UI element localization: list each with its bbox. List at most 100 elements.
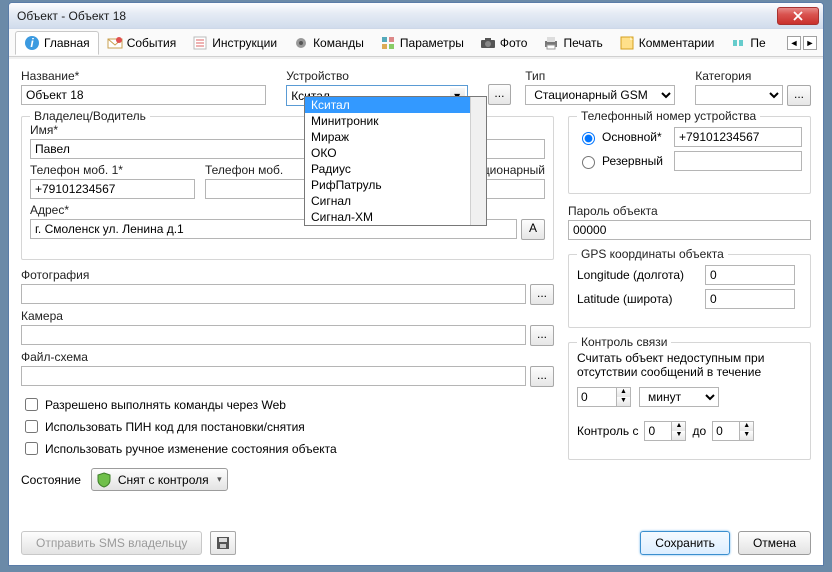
tab-instructions[interactable]: Инструкции	[184, 32, 285, 54]
tab-label: Фото	[500, 36, 528, 50]
chk-pin-box[interactable]	[25, 420, 38, 433]
spin-down[interactable]: ▼	[740, 431, 753, 440]
control-to-input[interactable]	[712, 421, 740, 441]
phone-reserve-radio[interactable]	[582, 156, 595, 169]
chk-manual-box[interactable]	[25, 442, 38, 455]
phone1-input[interactable]	[30, 179, 195, 199]
state-select[interactable]: Снят с контроля	[91, 468, 228, 491]
label-state: Состояние	[21, 473, 81, 487]
link-legend: Контроль связи	[577, 335, 671, 349]
save-button[interactable]: Сохранить	[640, 531, 730, 555]
label-password: Пароль объекта	[568, 204, 811, 218]
device-option[interactable]: РифПатруль	[305, 177, 486, 193]
state-value: Снят с контроля	[118, 473, 209, 487]
tab-label: Печать	[563, 36, 602, 50]
tab-parameters[interactable]: Параметры	[372, 32, 472, 54]
device-option[interactable]: Сигнал	[305, 193, 486, 209]
tab-label: События	[127, 36, 177, 50]
gear-icon	[293, 35, 309, 51]
tab-scroll-right[interactable]: ►	[803, 36, 817, 50]
save-disk-button[interactable]	[210, 531, 236, 555]
tab-commands[interactable]: Команды	[285, 32, 372, 54]
window: Объект - Объект 18 i Главная События Инс…	[8, 2, 824, 566]
link-group: Контроль связи Считать объект недоступны…	[568, 342, 811, 460]
spin-up[interactable]: ▲	[740, 422, 753, 431]
longitude-input[interactable]	[705, 265, 795, 285]
chk-web[interactable]: Разрешено выполнять команды через Web	[21, 395, 554, 414]
tab-events[interactable]: События	[99, 32, 185, 54]
content-area: Название* Устройство Кситал ▾ ... Тип Ст…	[9, 59, 823, 565]
close-button[interactable]	[777, 7, 819, 25]
dropdown-scrollbar[interactable]	[470, 97, 486, 225]
spin-down[interactable]: ▼	[672, 431, 685, 440]
category-browse-button[interactable]: ...	[787, 85, 811, 106]
tab-label: Команды	[313, 36, 364, 50]
window-title: Объект - Объект 18	[13, 9, 777, 23]
device-option[interactable]: Мираж	[305, 129, 486, 145]
tab-label: Параметры	[400, 36, 464, 50]
password-input[interactable]	[568, 220, 811, 240]
spin-up[interactable]: ▲	[672, 422, 685, 431]
camera-browse-button[interactable]: ...	[530, 325, 554, 346]
tab-bar: i Главная События Инструкции Команды Пар…	[9, 29, 823, 57]
device-option[interactable]: Кситал	[305, 97, 486, 113]
spin-up[interactable]: ▲	[617, 388, 630, 397]
tab-photo[interactable]: Фото	[472, 32, 536, 54]
device-browse-button[interactable]: ...	[488, 84, 512, 105]
camera-icon	[480, 35, 496, 51]
link-unit-select[interactable]: минут	[639, 387, 719, 407]
photo-input[interactable]	[21, 284, 526, 304]
tab-scroll-left[interactable]: ◄	[787, 36, 801, 50]
address-button[interactable]: A	[521, 219, 545, 240]
tab-comments[interactable]: Комментарии	[611, 32, 723, 54]
link-count-spinner[interactable]: ▲▼	[577, 387, 631, 407]
tab-print[interactable]: Печать	[535, 32, 610, 54]
label-filescheme: Файл-схема	[21, 350, 554, 364]
tab-main[interactable]: i Главная	[15, 31, 99, 55]
tab-label: Инструкции	[212, 36, 277, 50]
phone-main-radio[interactable]	[582, 132, 595, 145]
control-from-spinner[interactable]: ▲▼	[644, 421, 686, 441]
type-select[interactable]: Стационарный GSM	[525, 85, 675, 105]
list-icon	[192, 35, 208, 51]
label-phone-reserve: Резервный	[602, 154, 670, 168]
device-option[interactable]: Минитроник	[305, 113, 486, 129]
device-option[interactable]: Радиус	[305, 161, 486, 177]
cancel-button[interactable]: Отмена	[738, 531, 811, 555]
label-longitude: Longitude (долгота)	[577, 268, 697, 282]
chk-web-box[interactable]	[25, 398, 38, 411]
latitude-input[interactable]	[705, 289, 795, 309]
gps-group: GPS координаты объекта Longitude (долгот…	[568, 254, 811, 328]
filescheme-input[interactable]	[21, 366, 526, 386]
chk-manual[interactable]: Использовать ручное изменение состояния …	[21, 439, 554, 458]
label-phone-main: Основной*	[602, 130, 670, 144]
send-sms-button[interactable]: Отправить SMS владельцу	[21, 531, 202, 555]
filescheme-browse-button[interactable]: ...	[530, 366, 554, 387]
control-from-input[interactable]	[644, 421, 672, 441]
category-select[interactable]	[695, 85, 783, 105]
spin-down[interactable]: ▼	[617, 397, 630, 406]
label-photo: Фотография	[21, 268, 554, 282]
titlebar: Объект - Объект 18	[9, 3, 823, 29]
phone-reserve-input[interactable]	[674, 151, 802, 171]
tab-more[interactable]: Пе	[722, 32, 773, 54]
control-to-spinner[interactable]: ▲▼	[712, 421, 754, 441]
link-text: Считать объект недоступным при отсутстви…	[577, 351, 802, 379]
gps-legend: GPS координаты объекта	[577, 247, 728, 261]
tab-label: Главная	[44, 36, 90, 50]
device-option[interactable]: Сигнал-ХМ	[305, 209, 486, 225]
camera-input[interactable]	[21, 325, 526, 345]
label-camera: Камера	[21, 309, 554, 323]
tab-label: Комментарии	[639, 36, 715, 50]
photo-browse-button[interactable]: ...	[530, 284, 554, 305]
name-input[interactable]	[21, 85, 266, 105]
phone-main-input[interactable]	[674, 127, 802, 147]
label-category: Категория	[695, 69, 811, 83]
device-option[interactable]: ОКО	[305, 145, 486, 161]
link-count-input[interactable]	[577, 387, 617, 407]
device-dropdown[interactable]: Кситал Минитроник Мираж ОКО Радиус РифПа…	[304, 96, 487, 226]
pager-icon	[730, 35, 746, 51]
chk-pin[interactable]: Использовать ПИН код для постановки/снят…	[21, 417, 554, 436]
mail-icon	[107, 35, 123, 51]
owner-legend: Владелец/Водитель	[30, 109, 150, 123]
